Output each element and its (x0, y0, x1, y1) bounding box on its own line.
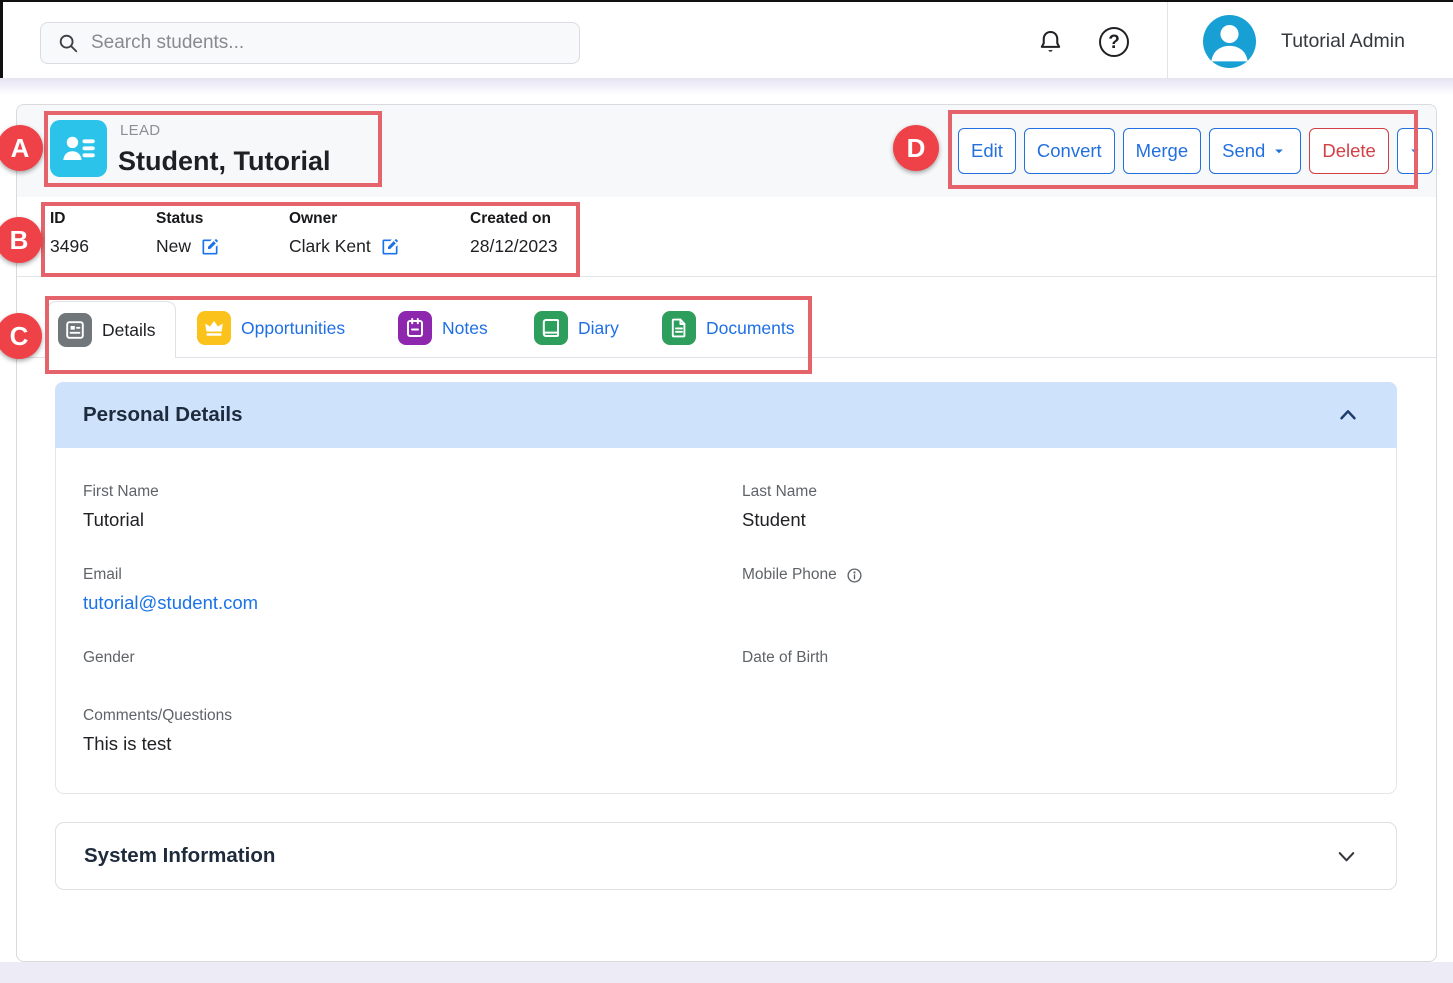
field-label: Comments/Questions (83, 707, 232, 725)
info-label: ID (50, 210, 89, 228)
section-divider (17, 276, 1436, 277)
edit-icon[interactable] (200, 237, 220, 257)
info-value: New (156, 236, 191, 257)
info-value: Clark Kent (289, 236, 371, 257)
profile-name: Tutorial Admin (1281, 30, 1405, 53)
info-label: Status (156, 210, 220, 228)
send-button-label: Send (1222, 140, 1265, 162)
system-information-header[interactable]: System Information (55, 822, 1397, 890)
tab-label: Opportunities (241, 318, 345, 339)
user-profile[interactable]: Tutorial Admin (1203, 2, 1405, 80)
field-value: Student (742, 509, 817, 531)
field-comments: Comments/Questions This is test (83, 707, 232, 755)
tab-opportunities[interactable]: Opportunities (197, 310, 345, 346)
tab-label: Documents (706, 318, 795, 339)
email-link[interactable]: tutorial@student.com (83, 592, 258, 614)
panel-title: System Information (84, 844, 275, 868)
field-label: Date of Birth (742, 649, 828, 667)
more-actions-button[interactable] (1397, 128, 1433, 174)
personal-details-header[interactable]: Personal Details (55, 382, 1397, 448)
help-icon: ? (1099, 27, 1129, 57)
tab-diary[interactable]: Diary (534, 310, 619, 346)
edit-icon[interactable] (380, 237, 400, 257)
field-date-of-birth: Date of Birth (742, 649, 828, 675)
tab-notes[interactable]: Notes (398, 310, 488, 346)
tab-documents[interactable]: Documents (662, 310, 795, 346)
user-icon (1203, 15, 1256, 68)
info-label: Created on (470, 210, 558, 228)
help-button[interactable]: ? (1096, 24, 1132, 60)
topbar-divider (1167, 2, 1168, 80)
search-icon (57, 32, 79, 54)
panel-title: Personal Details (83, 403, 243, 427)
tab-label: Notes (442, 318, 488, 339)
tab-label: Diary (578, 318, 619, 339)
info-label: Owner (289, 210, 400, 228)
crown-icon (197, 311, 231, 345)
avatar (1203, 15, 1256, 68)
merge-button[interactable]: Merge (1123, 128, 1201, 174)
info-field-owner: Owner Clark Kent (289, 210, 400, 257)
field-last-name: Last Name Student (742, 483, 817, 531)
field-first-name: First Name Tutorial (83, 483, 159, 531)
send-button[interactable]: Send (1209, 128, 1301, 174)
info-value: 3496 (50, 236, 89, 257)
field-label: Mobile Phone (742, 566, 837, 584)
lead-contact-icon (50, 120, 107, 177)
lead-detail-page: ? Tutorial Admin LEAD Student, Tutorial … (0, 0, 1453, 983)
info-value: 28/12/2023 (470, 236, 558, 257)
field-mobile-phone: Mobile Phone (742, 566, 863, 592)
search-box (40, 22, 580, 64)
field-label: Last Name (742, 483, 817, 501)
search-input[interactable] (91, 32, 567, 54)
caret-down-icon (1406, 142, 1424, 160)
field-value: This is test (83, 733, 232, 755)
page-title: Student, Tutorial (118, 146, 330, 177)
convert-button[interactable]: Convert (1024, 128, 1115, 174)
edit-button[interactable]: Edit (958, 128, 1016, 174)
notifications-button[interactable] (1032, 24, 1068, 60)
info-field-status: Status New (156, 210, 220, 257)
top-bar: ? Tutorial Admin (0, 0, 1453, 78)
tab-baseline (17, 357, 1436, 358)
action-toolbar: Edit Convert Merge Send Delete (958, 128, 1433, 174)
bell-icon (1036, 28, 1065, 57)
tab-label: Details (102, 320, 156, 341)
field-gender: Gender (83, 649, 135, 675)
chevron-down-icon (1333, 843, 1360, 870)
book-icon (534, 311, 568, 345)
field-label: Email (83, 566, 258, 584)
details-icon (58, 313, 92, 347)
info-field-created-on: Created on 28/12/2023 (470, 210, 558, 257)
record-type-label: LEAD (120, 122, 160, 139)
delete-button[interactable]: Delete (1309, 128, 1388, 174)
tab-details[interactable]: Details (47, 301, 176, 358)
chevron-up-icon (1335, 402, 1361, 428)
field-email: Email tutorial@student.com (83, 566, 258, 614)
clipboard-icon (398, 311, 432, 345)
info-icon[interactable] (846, 567, 863, 584)
field-value: Tutorial (83, 509, 159, 531)
file-icon (662, 311, 696, 345)
field-label: First Name (83, 483, 159, 501)
topbar-shadow (0, 78, 1453, 94)
info-field-id: ID 3496 (50, 210, 89, 257)
field-label: Gender (83, 649, 135, 667)
caret-down-icon (1270, 142, 1288, 160)
page-bottom-strip (0, 962, 1453, 983)
